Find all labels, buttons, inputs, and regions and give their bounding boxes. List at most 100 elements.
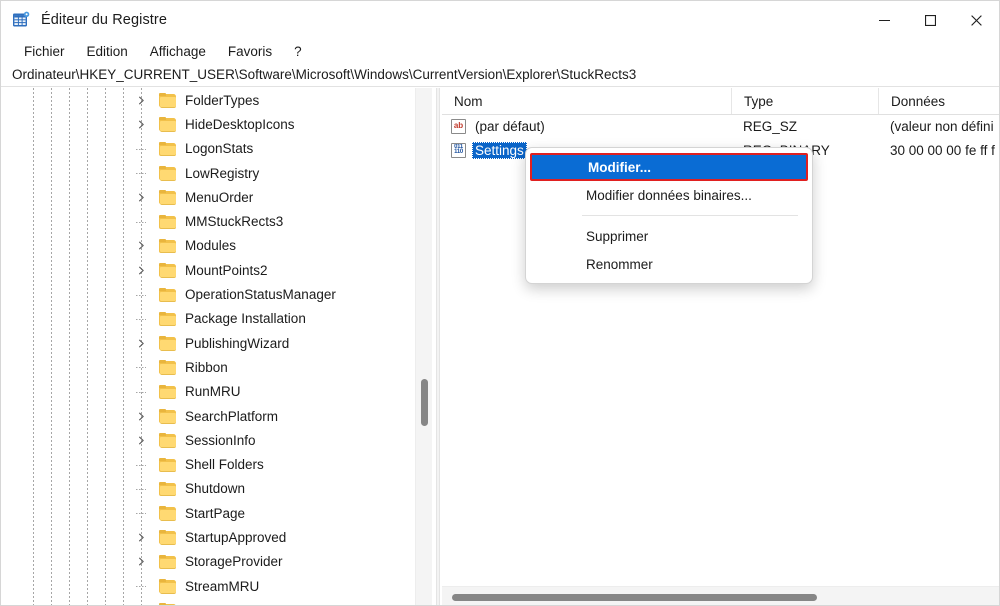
tree-item-sessioninfo[interactable]: SessionInfo xyxy=(1,428,416,452)
folder-icon xyxy=(159,579,176,594)
chevron-right-icon[interactable] xyxy=(133,432,149,448)
tree-leaf-connector xyxy=(133,481,149,497)
chevron-right-icon[interactable] xyxy=(133,262,149,278)
tree-item-label: Streams xyxy=(182,602,238,605)
tree-item-streammru[interactable]: StreamMRU xyxy=(1,574,416,598)
main-content: FolderTypes HideDesktopIcons LogonStats Low… xyxy=(1,88,999,605)
tree-item-shutdown[interactable]: Shutdown xyxy=(1,477,416,501)
tree-leaf-connector xyxy=(133,311,149,327)
tree-item-streams[interactable]: Streams xyxy=(1,598,416,605)
chevron-right-icon[interactable] xyxy=(133,116,149,132)
value-row[interactable]: ab (par défaut) REG_SZ (valeur non défini xyxy=(442,114,999,138)
minimize-button[interactable] xyxy=(861,1,907,39)
tree-item-searchplatform[interactable]: SearchPlatform xyxy=(1,404,416,428)
context-menu-item-modifier-donn-es-binaires[interactable]: Modifier données binaires... xyxy=(530,181,808,209)
tree-item-label: StartupApproved xyxy=(185,529,287,545)
folder-icon xyxy=(159,263,176,278)
tree-item-ribbon[interactable]: Ribbon xyxy=(1,355,416,379)
tree-item-foldertypes[interactable]: FolderTypes xyxy=(1,88,416,112)
folder-icon xyxy=(159,530,176,545)
tree-item-mountpoints2[interactable]: MountPoints2 xyxy=(1,258,416,282)
folder-icon xyxy=(159,166,176,181)
context-menu-item-modifier[interactable]: Modifier... xyxy=(530,153,808,181)
folder-icon xyxy=(159,93,176,108)
tree-item-hidedesktopicons[interactable]: HideDesktopIcons xyxy=(1,112,416,136)
window-controls xyxy=(861,1,999,39)
tree-leaf-connector xyxy=(133,214,149,230)
tree-scrollbar-thumb[interactable] xyxy=(421,379,428,426)
column-header-type[interactable]: Type xyxy=(731,88,878,114)
tree-item-label: MenuOrder xyxy=(185,189,254,205)
chevron-right-icon[interactable] xyxy=(133,92,149,108)
tree-item-lowregistry[interactable]: LowRegistry xyxy=(1,161,416,185)
value-name-cell: ab (par défaut) xyxy=(442,118,731,135)
tree-item-label: OperationStatusManager xyxy=(185,287,336,303)
folder-icon xyxy=(159,506,176,521)
column-header-donn-es[interactable]: Données xyxy=(878,88,999,114)
column-header-label: Données xyxy=(891,93,946,109)
chevron-right-icon[interactable] xyxy=(133,189,149,205)
chevron-right-icon[interactable] xyxy=(133,602,149,605)
chevron-right-icon[interactable] xyxy=(133,238,149,254)
registry-path: Ordinateur\HKEY_CURRENT_USER\Software\Mi… xyxy=(12,67,637,82)
reg-sz-icon: ab xyxy=(451,118,466,134)
tree-item-modules[interactable]: Modules xyxy=(1,234,416,258)
tree-item-storageprovider[interactable]: StorageProvider xyxy=(1,550,416,574)
value-data-cell: (valeur non défini xyxy=(890,118,994,134)
maximize-button[interactable] xyxy=(907,1,953,39)
values-horizontal-scrollbar[interactable] xyxy=(442,586,999,605)
context-menu-item-supprimer[interactable]: Supprimer xyxy=(530,222,808,250)
column-header-label: Nom xyxy=(454,93,483,109)
menu-affichage[interactable]: Affichage xyxy=(139,42,217,61)
context-menu-item-label: Supprimer xyxy=(586,228,649,244)
menu-favoris[interactable]: Favoris xyxy=(217,42,283,61)
chevron-right-icon[interactable] xyxy=(133,408,149,424)
chevron-right-icon[interactable] xyxy=(133,335,149,351)
tree-item-mmstuckrects3[interactable]: MMStuckRects3 xyxy=(1,209,416,233)
tree-item-package-installation[interactable]: Package Installation xyxy=(1,307,416,331)
folder-icon xyxy=(159,433,176,448)
chevron-right-icon[interactable] xyxy=(133,529,149,545)
tree-leaf-connector xyxy=(133,141,149,157)
tree-vertical-scrollbar[interactable] xyxy=(415,88,432,605)
close-button[interactable] xyxy=(953,1,999,39)
tree-item-label: MMStuckRects3 xyxy=(185,214,284,230)
tree-item-startpage[interactable]: StartPage xyxy=(1,501,416,525)
tree-item-runmru[interactable]: RunMRU xyxy=(1,380,416,404)
column-header-nom[interactable]: Nom xyxy=(442,88,731,114)
folder-icon xyxy=(159,457,176,473)
tree-item-logonstats[interactable]: LogonStats xyxy=(1,137,416,161)
tree-item-label: StorageProvider xyxy=(185,554,283,570)
registry-tree: FolderTypes HideDesktopIcons LogonStats Low… xyxy=(1,88,416,605)
value-name-label: Settings xyxy=(472,141,527,159)
folder-icon xyxy=(159,214,176,230)
tree-item-menuorder[interactable]: MenuOrder xyxy=(1,185,416,209)
context-menu-item-label: Modifier... xyxy=(588,159,652,175)
tree-item-label: PublishingWizard xyxy=(185,335,290,351)
registry-editor-icon xyxy=(11,10,31,30)
tree-item-label: SessionInfo xyxy=(185,432,256,448)
context-menu-item-label: Modifier données binaires... xyxy=(586,187,752,203)
address-bar[interactable]: Ordinateur\HKEY_CURRENT_USER\Software\Mi… xyxy=(1,63,999,87)
tree-item-startupapproved[interactable]: StartupApproved xyxy=(1,525,416,549)
tree-item-operationstatusmanager[interactable]: OperationStatusManager xyxy=(1,282,416,306)
tree-item-label: LowRegistry xyxy=(185,165,260,181)
menu-edition[interactable]: Edition xyxy=(76,42,139,61)
folder-icon xyxy=(159,287,176,303)
pane-splitter[interactable] xyxy=(436,88,440,605)
tree-item-shell-folders[interactable]: Shell Folders xyxy=(1,452,416,476)
folder-icon xyxy=(159,311,176,327)
folder-icon xyxy=(159,384,176,400)
folder-icon xyxy=(159,117,176,132)
menu-aide[interactable]: ? xyxy=(283,42,313,61)
column-header-label: Type xyxy=(744,93,774,109)
values-scrollbar-thumb[interactable] xyxy=(452,594,817,601)
folder-icon xyxy=(159,360,176,375)
folder-icon xyxy=(159,409,176,424)
folder-icon xyxy=(159,481,176,497)
context-menu-item-renommer[interactable]: Renommer xyxy=(530,250,808,278)
chevron-right-icon[interactable] xyxy=(133,554,149,570)
menu-fichier[interactable]: Fichier xyxy=(13,42,76,61)
menu-bar: Fichier Edition Affichage Favoris ? xyxy=(1,39,999,63)
tree-item-publishingwizard[interactable]: PublishingWizard xyxy=(1,331,416,355)
